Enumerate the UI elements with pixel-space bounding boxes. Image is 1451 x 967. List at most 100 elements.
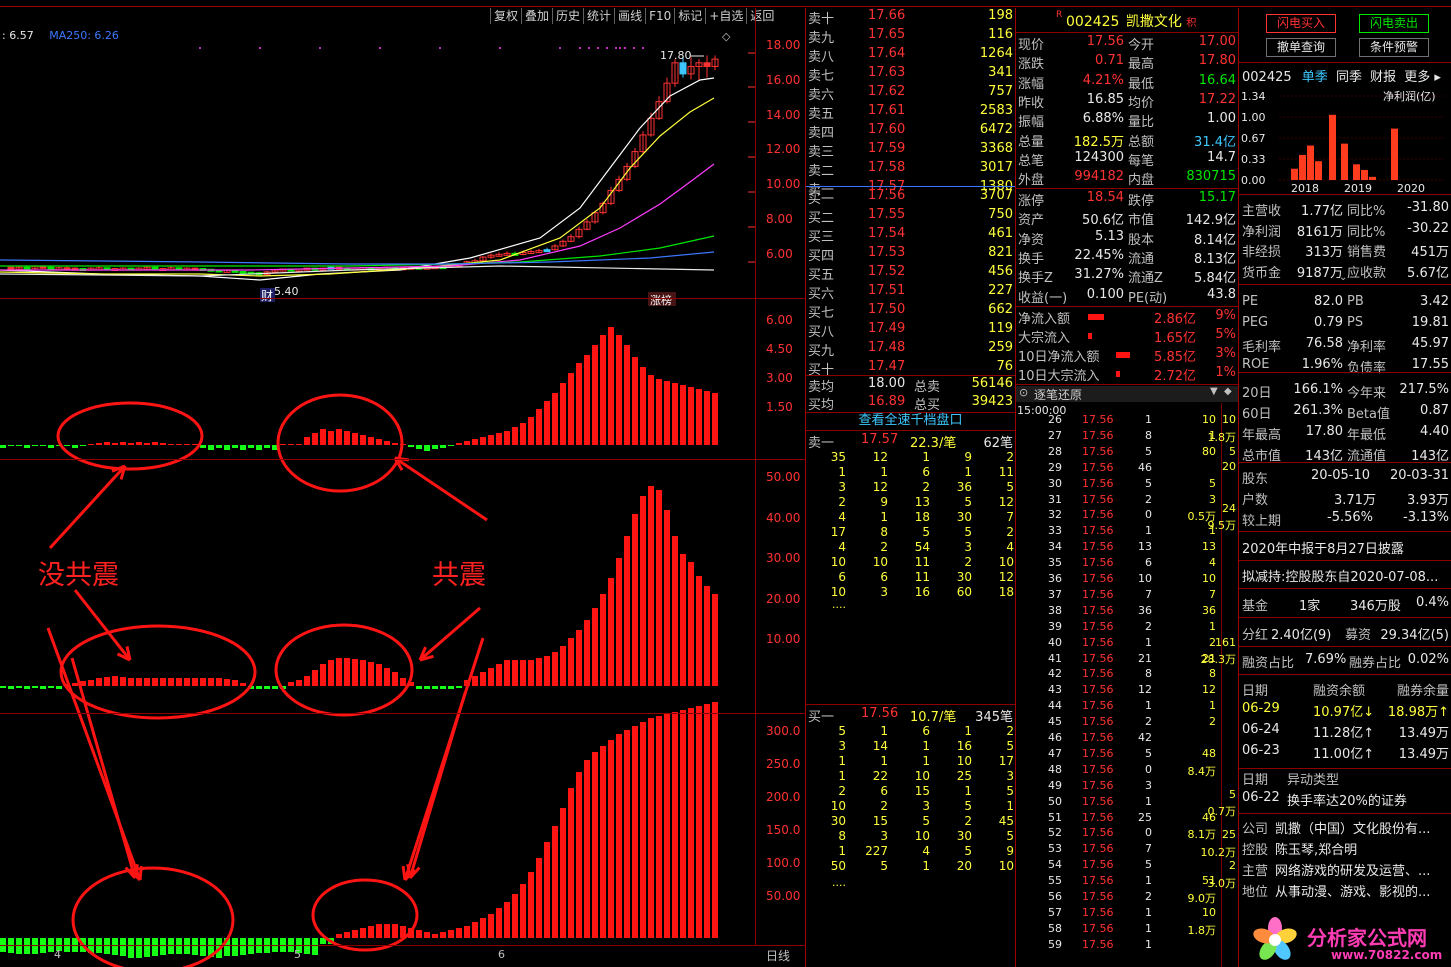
ask-level-4[interactable]: 卖七 17.63 341 xyxy=(806,65,1015,84)
p3-tick-1: 250.0 xyxy=(766,757,801,771)
ask-level-8[interactable]: 卖三 17.59 3368 xyxy=(806,141,1015,160)
p2-tick-2: 30.00 xyxy=(766,551,801,565)
p1-bar xyxy=(256,445,262,450)
p3-bar xyxy=(680,710,686,938)
p2-bar xyxy=(144,678,150,686)
p1-bar xyxy=(456,443,462,445)
period-label[interactable]: 日线 xyxy=(766,947,790,964)
info-sep-7 xyxy=(1239,588,1451,589)
sell-queue-row-2: 3 12 2 36 5 xyxy=(838,480,1014,494)
p2-bar xyxy=(544,656,550,686)
ask-level-7[interactable]: 卖四 17.60 6472 xyxy=(806,122,1015,141)
p1-bar xyxy=(224,445,230,450)
menu-caret-icon[interactable]: ◆ xyxy=(1224,386,1232,397)
p1-bar xyxy=(688,387,694,445)
ellipse-p2-a xyxy=(59,624,257,720)
bid-level-9[interactable]: 买九 17.48 259 xyxy=(806,340,1015,359)
p1-bar xyxy=(72,445,78,448)
expand-caret-icon[interactable]: ⌄ xyxy=(1339,272,1347,283)
ret-row-0: 20日 166.1% 今年来 217.5% xyxy=(1242,382,1449,401)
p1-bar xyxy=(488,435,494,445)
bid-level-8[interactable]: 买八 17.49 119 xyxy=(806,321,1015,340)
bid-level-6[interactable]: 买六 17.51 227 xyxy=(806,283,1015,302)
p1-tick-2: 3.00 xyxy=(766,371,793,385)
flow-row-0: 净流入额 2.86亿 9% xyxy=(1018,308,1236,327)
condition-alert-button[interactable]: 条件预警 xyxy=(1359,38,1429,57)
p2-bar xyxy=(328,660,334,686)
ask-level-5[interactable]: 卖六 17.62 757 xyxy=(806,84,1015,103)
fin-tab-more[interactable]: 更多 xyxy=(1404,70,1430,85)
p3-bar xyxy=(376,924,382,938)
panel-sep-2 xyxy=(0,459,805,460)
quote-sep-3 xyxy=(1016,384,1238,385)
cai-badge[interactable]: 财 xyxy=(261,289,273,303)
sell-queue-row-1: 1 1 6 1 11 xyxy=(838,465,1014,479)
signal-dot xyxy=(615,47,617,49)
bid-level-4[interactable]: 买四 17.53 821 xyxy=(806,245,1015,264)
p3-tick-2: 200.0 xyxy=(766,790,801,804)
zhangbang-badge[interactable]: 涨榜 xyxy=(650,293,672,307)
ask-level-1[interactable]: 卖十 17.66 198 xyxy=(806,8,1015,27)
p1-bar xyxy=(584,355,590,445)
chart-area: 复权 叠加 历史 统计 画线 F10 标记 +自选 返回 : 6.57 MA250: 6.26 … xyxy=(0,8,805,967)
flash-buy-button[interactable]: 闪电买入 xyxy=(1266,14,1336,33)
p3-bar xyxy=(456,928,462,938)
ask-level-6[interactable]: 卖五 17.61 2583 xyxy=(806,103,1015,122)
p1-bar xyxy=(672,383,678,445)
p3-bar xyxy=(432,934,438,938)
tick-right-0-0: 10 xyxy=(1222,413,1236,426)
p2-bar xyxy=(232,680,238,686)
margin-row-1: 06-24 11.28亿↑ 13.49万 xyxy=(1242,722,1449,741)
fin-tab-code[interactable]: 002425 xyxy=(1242,70,1292,85)
flow-row-3: 10日大宗流入 2.72亿 1% xyxy=(1018,365,1236,384)
filter-icon[interactable]: ▼ xyxy=(1210,386,1218,397)
bid-level-5[interactable]: 买五 17.52 456 xyxy=(806,264,1015,283)
view-thousand-levels-button[interactable]: 查看全速千档盘口 xyxy=(806,412,1015,430)
p3-bar xyxy=(576,772,582,938)
holder-row: 股东 20-05-10 20-03-31 xyxy=(1242,468,1449,487)
tick-right-1-0: 24 xyxy=(1222,502,1236,515)
cancel-query-button[interactable]: 撤单查询 xyxy=(1266,38,1336,57)
p1-bar xyxy=(512,427,518,445)
p3-bar xyxy=(192,938,198,955)
sell-queue-row-5: 17 8 5 5 2 xyxy=(830,525,1014,539)
fin-row-0: 主营收 1.77亿 同比% -31.80 xyxy=(1242,200,1449,219)
flash-sell-button[interactable]: 闪电卖出 xyxy=(1359,14,1429,33)
p2-bar xyxy=(608,578,614,686)
reduce-note[interactable]: 拟减持:控股股东自2020-07-08... xyxy=(1242,566,1438,585)
p3-bar xyxy=(248,938,254,954)
ask-level-3[interactable]: 卖八 17.64 1264 xyxy=(806,46,1015,65)
fin-tab-quarter[interactable]: 单季 xyxy=(1302,70,1328,85)
chevron-right-icon[interactable]: ▸ xyxy=(1434,70,1441,85)
bid-level-1[interactable]: 买一 17.56 3707 xyxy=(806,188,1015,207)
company-row-3: 地位 从事动漫、游戏、影视的... xyxy=(1242,885,1431,900)
fin-tab-report[interactable]: 财报 xyxy=(1370,70,1396,85)
p3-bar xyxy=(616,734,622,938)
report-note[interactable]: 2020年中报于8月27日披露 xyxy=(1242,538,1404,557)
p3-bar xyxy=(440,932,446,938)
anomaly-row[interactable]: 06-22 换手率达20%的证券 xyxy=(1239,790,1451,809)
p1-bar xyxy=(448,445,454,446)
p2-bar xyxy=(72,683,78,686)
tick-right-0-2: 5 xyxy=(1229,445,1236,458)
tick-row-47: 47 17.56 5 48 xyxy=(1048,746,1216,760)
bid-level-3[interactable]: 买三 17.54 461 xyxy=(806,226,1015,245)
tick-right-0-1: 1.8万 xyxy=(1207,431,1237,444)
month-label-6: 6 xyxy=(498,948,505,961)
ask-level-2[interactable]: 卖九 17.65 116 xyxy=(806,27,1015,46)
bid-level-2[interactable]: 买二 17.55 750 xyxy=(806,207,1015,226)
fin-tab-same-quarter[interactable]: 同季 xyxy=(1336,70,1362,85)
p1-bar xyxy=(608,327,614,445)
p2-bar xyxy=(640,496,646,686)
p1-bar xyxy=(208,445,214,450)
ask-level-9[interactable]: 卖二 17.58 3017 xyxy=(806,160,1015,179)
bid-level-7[interactable]: 买七 17.50 662 xyxy=(806,302,1015,321)
tick-row-44: 44 17.56 1 1 xyxy=(1048,699,1216,713)
signal-dot xyxy=(642,47,644,49)
low-label: 5.40 xyxy=(274,285,299,298)
collapse-icon[interactable]: ⊙ xyxy=(1019,386,1028,399)
r-mark: R xyxy=(1056,10,1063,20)
p3-bar xyxy=(608,740,614,938)
candle xyxy=(527,249,535,254)
company-row-0: 公司 凯撒（中国）文化股份有... xyxy=(1242,822,1431,837)
